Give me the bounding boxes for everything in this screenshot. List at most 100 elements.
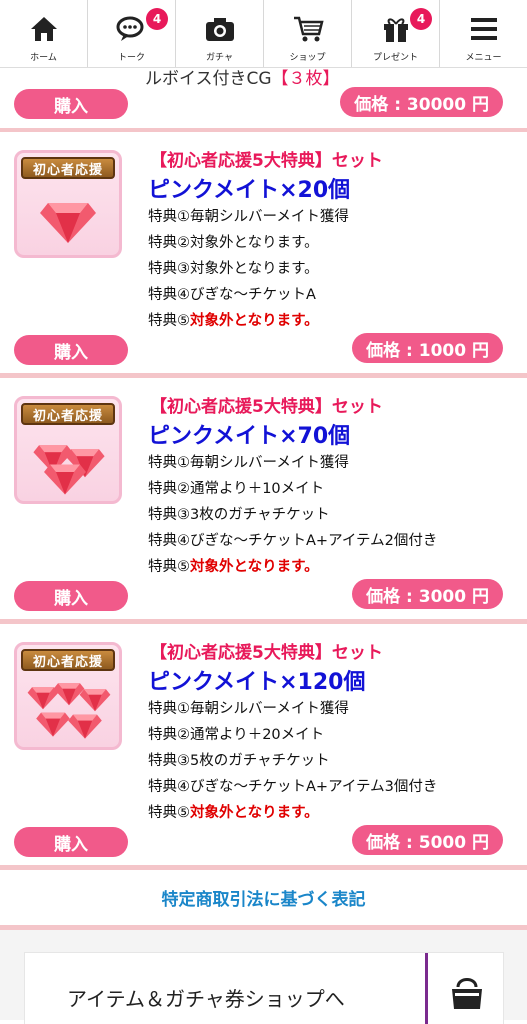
benefit-text: 対象外となります。 [190, 313, 319, 329]
benefit-prefix: 特典① [148, 701, 190, 717]
thumb-badge: 初心者応援 [21, 157, 115, 179]
benefit-prefix: 特典③ [148, 261, 190, 277]
thumb-badge: 初心者応援 [21, 649, 115, 671]
nav-gacha[interactable]: ガチャ [176, 0, 264, 67]
shop-content: ルボイス付きCG【３枚】 購入 価格 : 30000 円 初心者応援 【初心者応… [0, 68, 527, 1024]
benefit-item: 特典⑤対象外となります。 [148, 800, 437, 826]
nav-label: トーク [117, 53, 145, 63]
partial-text: ルボイス付きCG [145, 69, 272, 89]
benefit-item: 特典③3枚のガチャチケット [148, 502, 437, 528]
shop-link-section: アイテム＆ガチャ券ショップへ [0, 930, 527, 1024]
price-badge: 価格 : 30000 円 [340, 87, 503, 117]
nav-label: メニュー [465, 53, 502, 63]
bag-icon [445, 971, 489, 1019]
benefit-item: 特典②対象外となります。 [148, 230, 349, 256]
benefit-item: 特典①毎朝シルバーメイト獲得 [148, 696, 437, 722]
product-name: ピンクメイト×20個 [148, 178, 351, 203]
gift-icon [379, 12, 413, 46]
product-card: 初心者応援 【初心者応援5大特典】セット ピンクメイト×120個 特典①毎朝シル… [0, 624, 527, 870]
benefit-text: 毎朝シルバーメイト獲得 [190, 701, 349, 717]
benefit-text: 対象外となります。 [190, 261, 319, 277]
benefit-text: 対象外となります。 [190, 805, 319, 821]
benefit-item: 特典④びぎな～チケットA+アイテム3個付き [148, 774, 437, 800]
product-thumbnail: 初心者応援 [14, 150, 122, 258]
product-thumbnail: 初心者応援 [14, 642, 122, 750]
chat-icon [115, 12, 149, 46]
benefit-prefix: 特典③ [148, 507, 190, 523]
benefit-prefix: 特典⑤ [148, 313, 190, 329]
benefit-prefix: 特典② [148, 727, 190, 743]
notification-badge: 4 [410, 8, 432, 30]
product-name: ピンクメイト×70個 [148, 424, 351, 449]
buy-button[interactable]: 購入 [14, 827, 128, 857]
nav-present[interactable]: プレゼント 4 [352, 0, 440, 67]
benefit-text: 通常より＋20メイト [190, 727, 325, 743]
benefit-item: 特典②通常より＋10メイト [148, 476, 437, 502]
buy-button[interactable]: 購入 [14, 335, 128, 365]
benefit-prefix: 特典③ [148, 753, 190, 769]
benefit-text: びぎな～チケットA [190, 287, 316, 303]
benefit-text: 通常より＋10メイト [190, 481, 325, 497]
benefit-list: 特典①毎朝シルバーメイト獲得 特典②通常より＋20メイト 特典③5枚のガチャチケ… [148, 696, 437, 826]
top-nav: ホーム トーク 4 ガチャ ショップ プレゼント 4 メニュー [0, 0, 527, 68]
benefit-text: びぎな～チケットA+アイテム2個付き [190, 533, 438, 549]
benefit-item: 特典⑤対象外となります。 [148, 554, 437, 580]
nav-talk[interactable]: トーク 4 [88, 0, 176, 67]
partial-highlight: 【３枚】 [271, 69, 340, 89]
thumb-badge: 初心者応援 [21, 403, 115, 425]
nav-label: ショップ [289, 53, 326, 63]
product-card-partial: ルボイス付きCG【３枚】 購入 価格 : 30000 円 [0, 68, 527, 132]
price-badge: 価格 : 3000 円 [352, 579, 503, 609]
benefit-prefix: 特典④ [148, 533, 190, 549]
product-tag: 【初心者応援5大特典】セット [150, 397, 383, 417]
buy-button[interactable]: 購入 [14, 89, 128, 119]
nav-home[interactable]: ホーム [0, 0, 88, 67]
nav-shop[interactable]: ショップ [264, 0, 352, 67]
buy-button[interactable]: 購入 [14, 581, 128, 611]
benefit-list: 特典①毎朝シルバーメイト獲得 特典②対象外となります。 特典③対象外となります。… [148, 204, 349, 334]
benefit-prefix: 特典① [148, 209, 190, 225]
product-tag: 【初心者応援5大特典】セット [150, 151, 383, 171]
benefit-item: 特典①毎朝シルバーメイト獲得 [148, 204, 349, 230]
benefit-text: 3枚のガチャチケット [190, 507, 330, 523]
benefit-item: 特典③対象外となります。 [148, 256, 349, 282]
benefit-prefix: 特典② [148, 481, 190, 497]
benefit-prefix: 特典① [148, 455, 190, 471]
benefit-item: 特典①毎朝シルバーメイト獲得 [148, 450, 437, 476]
price-badge: 価格 : 1000 円 [352, 333, 503, 363]
product-name: ピンクメイト×120個 [148, 670, 366, 695]
benefit-prefix: 特典④ [148, 287, 190, 303]
cart-icon [291, 12, 325, 46]
benefit-item: 特典③5枚のガチャチケット [148, 748, 437, 774]
benefit-text: 毎朝シルバーメイト獲得 [190, 209, 349, 225]
nav-label: ガチャ [206, 53, 233, 63]
product-card: 初心者応援 【初心者応援5大特典】セット ピンクメイト×20個 特典①毎朝シルバ… [0, 132, 527, 378]
benefit-list: 特典①毎朝シルバーメイト獲得 特典②通常より＋10メイト 特典③3枚のガチャチケ… [148, 450, 437, 580]
benefit-text: びぎな～チケットA+アイテム3個付き [190, 779, 438, 795]
benefit-text: 毎朝シルバーメイト獲得 [190, 455, 349, 471]
benefit-prefix: 特典④ [148, 779, 190, 795]
benefit-prefix: 特典⑤ [148, 805, 190, 821]
nav-label: ホーム [30, 53, 57, 63]
legal-notice-link[interactable]: 特定商取引法に基づく表記 [162, 885, 366, 910]
benefit-text: 5枚のガチャチケット [190, 753, 330, 769]
product-tag: 【初心者応援5大特典】セット [150, 643, 383, 663]
divider [425, 953, 428, 1024]
gem-icon [40, 203, 96, 243]
benefit-prefix: 特典⑤ [148, 559, 190, 575]
nav-label: プレゼント [372, 53, 418, 63]
camera-icon [203, 12, 237, 46]
menu-icon [467, 12, 501, 46]
benefit-text: 対象外となります。 [190, 559, 319, 575]
shop-link-button[interactable]: アイテム＆ガチャ券ショップへ [24, 952, 504, 1024]
notification-badge: 4 [146, 8, 168, 30]
benefit-item: 特典④びぎな～チケットA+アイテム2個付き [148, 528, 437, 554]
gem-icon [27, 683, 111, 739]
legal-section: 特定商取引法に基づく表記 [0, 870, 527, 930]
benefit-text: 対象外となります。 [190, 235, 319, 251]
benefit-item: 特典⑤対象外となります。 [148, 308, 349, 334]
gem-icon [33, 445, 105, 495]
home-icon [27, 12, 61, 46]
price-badge: 価格 : 5000 円 [352, 825, 503, 855]
nav-menu[interactable]: メニュー [440, 0, 527, 67]
